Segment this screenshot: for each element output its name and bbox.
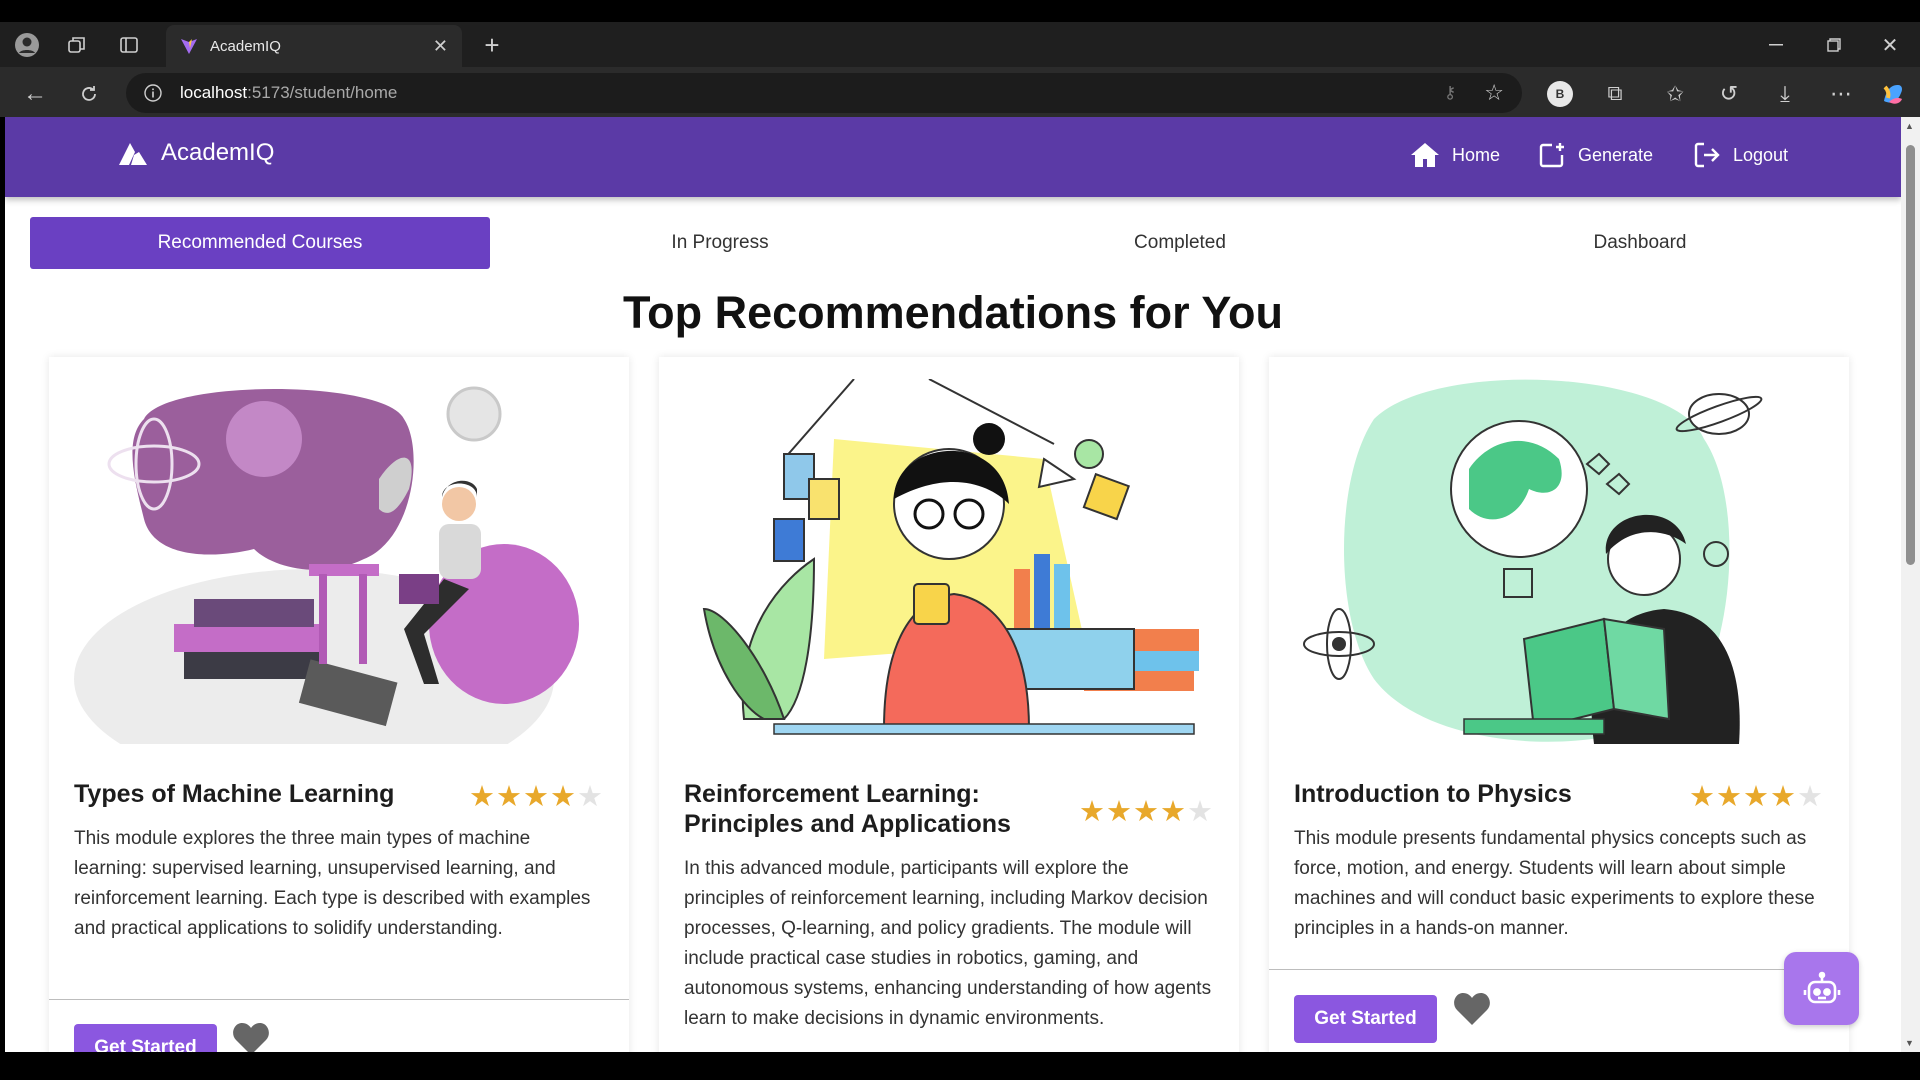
star-empty-icon: ★ — [577, 781, 604, 813]
card-divider — [49, 999, 629, 1000]
brand[interactable]: AcademIQ — [117, 139, 274, 167]
star-filled-icon: ★ — [1689, 781, 1716, 813]
rating-stars: ★ ★ ★ ★ ★ — [1689, 779, 1824, 814]
get-started-button[interactable]: Get Started — [1294, 995, 1437, 1043]
nav-generate-link[interactable]: Generate — [1538, 141, 1653, 169]
url-path: :5173/student/home — [247, 83, 398, 102]
downloads-icon[interactable]: ⤓ — [1770, 79, 1800, 109]
vite-favicon-icon — [181, 39, 197, 54]
star-filled-icon: ★ — [550, 781, 577, 813]
nav-logout-link[interactable]: Logout — [1693, 141, 1788, 169]
page-viewport: AcademIQ Home Generate Logout Recommende… — [5, 117, 1901, 1052]
history-icon[interactable]: ↺ — [1714, 79, 1744, 109]
brand-name: AcademIQ — [161, 139, 275, 166]
course-description: This module presents fundamental physics… — [1294, 828, 1815, 939]
course-title[interactable]: Types of Machine Learning — [74, 779, 434, 809]
tab-in-progress[interactable]: In Progress — [490, 217, 950, 269]
star-filled-icon: ★ — [1106, 796, 1133, 828]
nav-generate-label: Generate — [1578, 144, 1654, 165]
reload-icon[interactable] — [74, 79, 104, 109]
home-icon — [1411, 143, 1439, 167]
course-description: This module explores the three main type… — [74, 828, 591, 939]
star-filled-icon: ★ — [523, 781, 550, 813]
tab-title: AcademIQ — [210, 37, 281, 55]
tab-recommended-courses[interactable]: Recommended Courses — [30, 217, 490, 269]
heart-icon[interactable] — [1453, 992, 1491, 1026]
nav-home-label: Home — [1452, 144, 1501, 165]
workspaces-icon[interactable] — [62, 32, 92, 58]
course-illustration — [74, 386, 579, 744]
profile-icon[interactable] — [12, 32, 42, 58]
close-window-icon[interactable]: ✕ — [1878, 32, 1902, 58]
scrollbar-thumb[interactable] — [1906, 145, 1915, 565]
account-badge-letter: B — [1555, 87, 1565, 101]
course-card: Types of Machine Learning ★ ★ ★ ★ ★ This… — [49, 357, 629, 1052]
tab-actions-icon[interactable] — [114, 32, 144, 58]
tab-completed[interactable]: Completed — [950, 217, 1410, 269]
star-filled-icon: ★ — [1079, 796, 1106, 828]
chatbot-button[interactable] — [1784, 952, 1859, 1025]
course-card: Introduction to Physics ★ ★ ★ ★ ★ This m… — [1269, 357, 1849, 1052]
star-filled-icon: ★ — [1770, 781, 1797, 813]
key-icon[interactable]: ⚷ — [1444, 83, 1456, 103]
course-tabs: Recommended Courses In Progress Complete… — [30, 217, 1871, 269]
star-empty-icon: ★ — [1797, 781, 1824, 813]
video-frame: AcademIQ ✕ + ✕ ← localhost:5173/student/… — [0, 0, 1920, 1080]
extensions-icon[interactable]: ⧉ — [1600, 79, 1630, 109]
star-empty-icon: ★ — [1187, 796, 1214, 828]
generate-icon — [1539, 143, 1564, 168]
star-filled-icon: ★ — [496, 781, 523, 813]
more-menu-icon[interactable]: ⋯ — [1826, 79, 1856, 109]
tab-dashboard[interactable]: Dashboard — [1410, 217, 1870, 269]
new-tab-icon[interactable]: + — [478, 30, 506, 60]
get-started-button[interactable]: Get Started — [74, 1024, 217, 1052]
page-title: Top Recommendations for You — [622, 287, 1284, 338]
favorites-icon[interactable]: ✩ — [1660, 79, 1690, 109]
url-host: localhost — [180, 83, 248, 102]
card-divider — [1269, 969, 1849, 970]
close-tab-icon[interactable]: ✕ — [433, 36, 448, 57]
back-icon[interactable]: ← — [20, 79, 50, 109]
nav-logout-label: Logout — [1733, 144, 1789, 165]
heart-icon[interactable] — [232, 1022, 270, 1052]
star-filled-icon: ★ — [1133, 796, 1160, 828]
minimize-icon[interactable] — [1764, 32, 1788, 58]
rating-stars: ★ ★ ★ ★ ★ — [469, 779, 604, 814]
page-scrollbar[interactable]: ▲ ▼ — [1901, 117, 1920, 1052]
star-filled-icon: ★ — [1716, 781, 1743, 813]
tab-strip: AcademIQ ✕ + ✕ — [0, 22, 1920, 67]
browser-tab-academiq[interactable]: AcademIQ ✕ — [166, 25, 462, 67]
scroll-up-icon[interactable]: ▲ — [1905, 121, 1914, 131]
course-title[interactable]: Introduction to Physics — [1294, 779, 1654, 809]
favorite-star-icon[interactable]: ☆ — [1484, 80, 1504, 106]
logout-icon — [1694, 142, 1720, 168]
course-title[interactable]: Reinforcement Learning: Principles and A… — [684, 779, 1064, 839]
browser-chrome: AcademIQ ✕ + ✕ ← localhost:5173/student/… — [0, 22, 1920, 117]
academiq-logo-icon — [119, 143, 147, 165]
star-filled-icon: ★ — [469, 781, 496, 813]
site-info-icon[interactable] — [144, 84, 162, 102]
robot-icon — [1803, 971, 1840, 1003]
course-description: In this advanced module, participants wi… — [684, 858, 1212, 1029]
address-bar[interactable]: localhost:5173/student/home ⚷ ☆ — [126, 73, 1522, 113]
star-filled-icon: ★ — [1160, 796, 1187, 828]
rating-stars: ★ ★ ★ ★ ★ — [1079, 794, 1214, 829]
star-filled-icon: ★ — [1743, 781, 1770, 813]
course-card: Reinforcement Learning: Principles and A… — [659, 357, 1239, 1052]
account-badge[interactable]: B — [1545, 79, 1575, 109]
course-illustration — [702, 379, 1199, 735]
nav-home-link[interactable]: Home — [1410, 141, 1500, 169]
app-navbar: AcademIQ Home Generate Logout — [5, 117, 1901, 197]
scroll-down-icon[interactable]: ▼ — [1905, 1038, 1914, 1048]
copilot-icon[interactable] — [1878, 79, 1908, 109]
course-illustration — [1303, 379, 1763, 744]
restore-icon[interactable] — [1822, 32, 1846, 58]
